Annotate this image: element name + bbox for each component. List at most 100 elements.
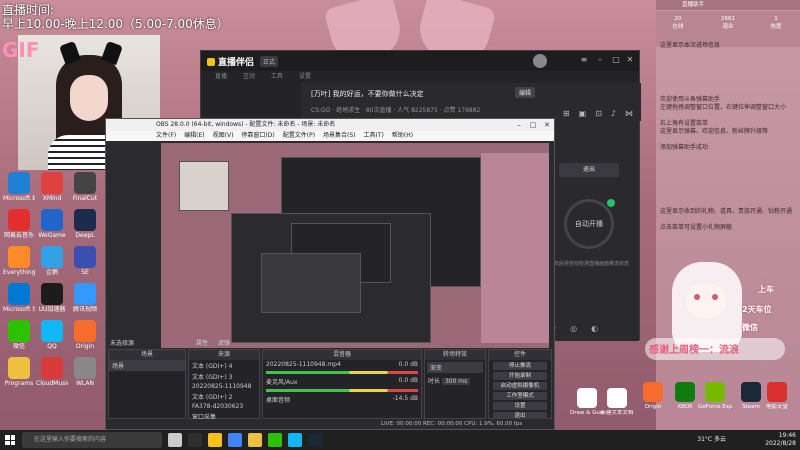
menu-item[interactable]: 场景集合(S): [323, 131, 356, 141]
controls-dock: 控件 停止推流 开始录制 启动虚拟摄像机 工作室模式 设置 退出: [488, 349, 552, 420]
exit-button[interactable]: 退出: [559, 163, 619, 177]
desktop-icon[interactable]: UU加速器: [36, 283, 68, 313]
menu-item[interactable]: 配置文件(P): [283, 131, 315, 141]
obs-preview-canvas[interactable]: [161, 143, 549, 348]
desktop-icon[interactable]: Programs: [3, 357, 35, 387]
zhibo-tab[interactable]: 互动: [243, 73, 255, 80]
obs-maximize-icon[interactable]: □: [526, 119, 540, 131]
nested-preview-2: [261, 253, 361, 313]
system-tray: 31°C 多云 19:46 2022/8/28: [697, 430, 796, 450]
edit-title-button[interactable]: 编辑: [515, 87, 536, 98]
obs-titlebar[interactable]: OBS 28.0.0 (64-bit, windows) - 配置文件: 未命名…: [106, 119, 554, 131]
clock-date[interactable]: 2022/8/28: [765, 440, 796, 448]
stop-streaming-button[interactable]: 停止推流: [493, 362, 547, 370]
menu-item[interactable]: 帮助(H): [392, 131, 413, 141]
source-item[interactable]: 20220825-1110948: [189, 382, 259, 391]
source-item[interactable]: FA378-d2030623: [189, 402, 259, 411]
menu-item[interactable]: 编辑(E): [184, 131, 204, 141]
studio-mode-button[interactable]: 工作室模式: [493, 392, 547, 400]
zhibo-tab[interactable]: 设置: [299, 73, 311, 80]
menu-item[interactable]: 文件(F): [156, 131, 176, 141]
task-view-taskbar-icon[interactable]: [168, 433, 182, 447]
source-item[interactable]: 文本 (GDI+) 3: [189, 371, 259, 382]
taskbar-search[interactable]: 在这里输入你要搜索的内容: [22, 432, 162, 448]
zhibo-bottom-toolbar: ⚙ ◎ ◐: [549, 324, 598, 333]
camera-icon[interactable]: ◎: [570, 324, 577, 333]
desktop-icon[interactable]: Microsoft Store: [3, 283, 35, 313]
menu-item[interactable]: 视图(V): [213, 131, 234, 141]
desktop-icon[interactable]: WeGame: [36, 209, 68, 239]
stat-viewers: 2661 观众: [721, 16, 735, 30]
obs-minimize-icon[interactable]: –: [512, 119, 526, 131]
filters-tab[interactable]: 滤镜: [218, 340, 230, 347]
virtual-camera-button[interactable]: 启动虚拟摄像机: [493, 382, 547, 390]
clock-time[interactable]: 19:46: [765, 432, 796, 440]
auto-broadcast-toggle[interactable]: 自动开播: [564, 199, 614, 249]
zhibo-tabs: 直播 互动 工具 设置: [201, 71, 639, 81]
explorer-taskbar-icon[interactable]: [248, 433, 262, 447]
transition-select[interactable]: 渐变: [427, 362, 483, 373]
desktop-icon[interactable]: 电影天堂: [760, 382, 794, 411]
zhibo-maximize-icon[interactable]: □: [611, 55, 621, 65]
zhibo-tab[interactable]: 工具: [271, 73, 283, 80]
duration-input[interactable]: 300 ms: [441, 378, 471, 385]
windows-start-icon[interactable]: [5, 435, 15, 445]
desktop-icon[interactable]: QQ: [36, 320, 68, 350]
desktop-icon[interactable]: Origin: [636, 382, 670, 411]
bell-icon[interactable]: ♪: [611, 109, 616, 118]
desktop-icon[interactable]: FinalCut: [69, 172, 101, 202]
source-item[interactable]: 文本 (GDI+) 2: [189, 391, 259, 402]
desktop-icon[interactable]: XMind: [36, 172, 68, 202]
mic-icon[interactable]: ◐: [591, 324, 598, 333]
desktop-icon[interactable]: 微信: [3, 320, 35, 350]
zhibo-taskbar-icon[interactable]: [208, 433, 222, 447]
start-recording-button[interactable]: 开始录制: [493, 372, 547, 380]
desktop-icon[interactable]: GeForce Experience: [698, 382, 732, 411]
menu-item[interactable]: 停靠窗口(D): [241, 131, 274, 141]
share-icon[interactable]: ⋈: [625, 109, 633, 118]
chat-assistant-panel[interactable]: 直播助手 20 在线 2661 观众 1 热度 这里显示本次进场信息 欢迎使用斗鱼弹幕…: [656, 0, 800, 436]
shop-icon[interactable]: ▣: [579, 109, 587, 118]
source-item[interactable]: 文本 (GDI+) 4: [189, 360, 259, 371]
volume-meter[interactable]: [266, 389, 418, 392]
desktop-icon[interactable]: CloudMusic: [36, 357, 68, 387]
scene-item[interactable]: 场景: [109, 360, 185, 371]
obs-close-icon[interactable]: ✕: [540, 119, 554, 131]
desktop-icon[interactable]: XBOX: [668, 382, 702, 411]
desktop-icon[interactable]: DeepL: [69, 209, 101, 239]
desktop-icon[interactable]: WLAN: [69, 357, 101, 387]
obs-window[interactable]: OBS 28.0.0 (64-bit, windows) - 配置文件: 未命名…: [105, 118, 555, 430]
zhibo-menu-icon[interactable]: ≡: [579, 55, 589, 65]
zhibo-close-icon[interactable]: ✕: [625, 55, 635, 65]
gift-icon[interactable]: ⊞: [563, 109, 570, 118]
settings-button[interactable]: 设置: [493, 402, 547, 410]
desktop-icon[interactable]: Microsoft Edge: [3, 172, 35, 202]
chrome-taskbar-icon[interactable]: [228, 433, 242, 447]
zhibo-titlebar[interactable]: 直播伴侣 正式: [201, 51, 639, 71]
app-icon: [705, 382, 725, 402]
desktop-icon[interactable]: 企鹅: [36, 246, 68, 276]
app-icon: [675, 382, 695, 402]
desktop-icon[interactable]: Draw & Guess: [570, 388, 604, 417]
zhibo-tab[interactable]: 直播: [215, 73, 227, 80]
zhibo-minimize-icon[interactable]: –: [595, 55, 605, 65]
properties-tab[interactable]: 属性: [196, 340, 208, 347]
desktop-icon-label: 网易云音乐: [3, 232, 34, 239]
desktop-icon[interactable]: SE: [69, 246, 101, 276]
user-avatar[interactable]: [533, 54, 547, 68]
desktop-icon[interactable]: 新建文本文档: [600, 388, 634, 417]
wechat-taskbar-icon[interactable]: [268, 433, 282, 447]
qq-taskbar-icon[interactable]: [288, 433, 302, 447]
desktop-icon[interactable]: 网易云音乐: [3, 209, 35, 239]
desktop-icon[interactable]: Everything: [3, 246, 35, 276]
desktop-icon-label: 新建文本文档: [600, 410, 634, 416]
lock-icon[interactable]: ⊡: [595, 109, 602, 118]
auto-broadcast-desc: 开启后将自动检测直播画面推流状态: [549, 261, 630, 267]
menu-item[interactable]: 工具(T): [364, 131, 384, 141]
volume-meter[interactable]: [266, 371, 418, 374]
obs-taskbar-icon[interactable]: [188, 433, 202, 447]
steam-taskbar-icon[interactable]: [308, 433, 322, 447]
desktop-icon[interactable]: 腾讯视频: [69, 283, 101, 313]
app-icon: [8, 320, 30, 342]
desktop-icon[interactable]: Origin: [69, 320, 101, 350]
